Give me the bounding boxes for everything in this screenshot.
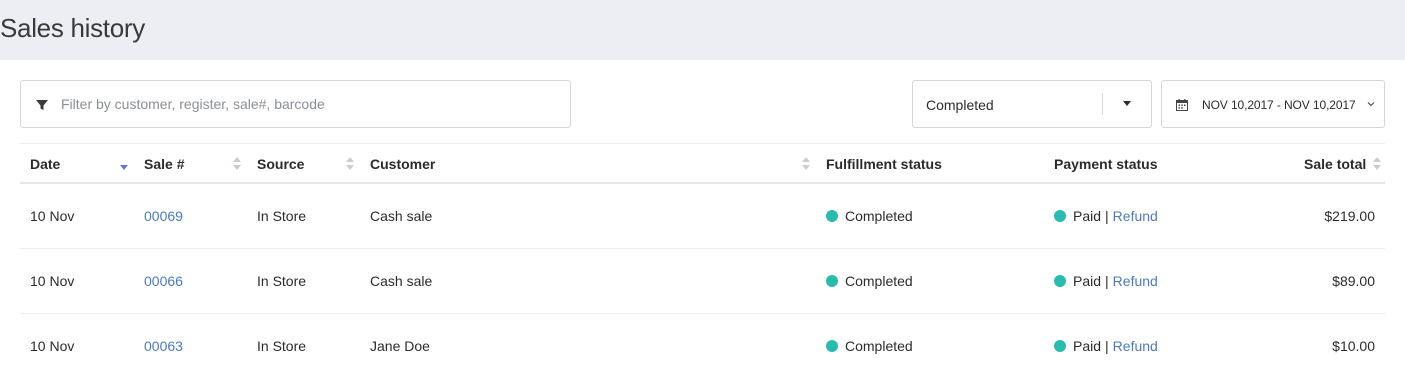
cell-total: $219.00 — [1324, 208, 1375, 224]
table-row[interactable]: 10 Nov 00066 In Store Cash sale Complete… — [20, 249, 1385, 314]
column-header-payment: Payment status — [1054, 156, 1158, 172]
cell-source: In Store — [257, 338, 307, 354]
cell-payment: Paid | Refund — [1054, 338, 1158, 354]
column-header-total[interactable]: Sale total — [1304, 156, 1366, 172]
fulfillment-status: Completed — [845, 208, 913, 224]
column-header-source[interactable]: Source — [257, 156, 304, 172]
sale-number-link[interactable]: 00063 — [144, 338, 183, 354]
refund-link[interactable]: Refund — [1113, 338, 1158, 354]
refund-link[interactable]: Refund — [1113, 208, 1158, 224]
sort-icon[interactable] — [1373, 157, 1381, 171]
cell-source: In Store — [257, 208, 307, 224]
payment-status: Paid — [1073, 338, 1102, 354]
calendar-icon — [1176, 99, 1188, 111]
date-range-label: NOV 10,2017 - NOV 10,2017 — [1202, 98, 1356, 112]
caret-down-icon[interactable] — [1123, 101, 1131, 106]
page-title: Sales history — [0, 13, 145, 43]
column-header-sale[interactable]: Sale # — [144, 156, 184, 172]
sort-icon[interactable] — [233, 157, 241, 171]
cell-fulfillment: Completed — [826, 338, 913, 354]
sort-icon[interactable] — [120, 157, 128, 171]
cell-customer: Jane Doe — [370, 338, 430, 354]
column-header-date[interactable]: Date — [30, 156, 60, 172]
fulfillment-status: Completed — [845, 273, 913, 289]
cell-total: $89.00 — [1332, 273, 1375, 289]
status-dot-icon — [1054, 275, 1066, 287]
payment-status: Paid — [1073, 273, 1102, 289]
chevron-down-icon — [1367, 102, 1375, 107]
sale-number-link[interactable]: 00066 — [144, 273, 183, 289]
cell-date: 10 Nov — [30, 208, 75, 224]
separator: | — [1105, 208, 1109, 224]
status-select[interactable]: Completed — [912, 80, 1152, 128]
table-row[interactable]: 10 Nov 00063 In Store Jane Doe Completed… — [20, 314, 1385, 378]
page-header: Sales history — [0, 0, 1405, 60]
sales-table: Date Sale # Source Customer Fulfillment … — [20, 143, 1385, 378]
sort-icon[interactable] — [346, 157, 354, 171]
separator: | — [1105, 338, 1109, 354]
status-dot-icon — [826, 340, 838, 352]
cell-source: In Store — [257, 273, 307, 289]
filter-icon — [36, 100, 48, 110]
payment-status: Paid — [1073, 208, 1102, 224]
cell-date: 10 Nov — [30, 273, 75, 289]
sale-number-link[interactable]: 00069 — [144, 208, 183, 224]
column-header-customer[interactable]: Customer — [370, 156, 435, 172]
divider — [1102, 93, 1103, 115]
table-row[interactable]: 10 Nov 00069 In Store Cash sale Complete… — [20, 184, 1385, 249]
status-dot-icon — [826, 210, 838, 222]
status-dot-icon — [1054, 210, 1066, 222]
sort-icon[interactable] — [802, 157, 810, 171]
status-dot-icon — [826, 275, 838, 287]
cell-fulfillment: Completed — [826, 208, 913, 224]
date-range-picker[interactable]: NOV 10,2017 - NOV 10,2017 — [1161, 80, 1385, 128]
status-dot-icon — [1054, 340, 1066, 352]
cell-total: $10.00 — [1332, 338, 1375, 354]
column-header-fulfillment: Fulfillment status — [826, 156, 942, 172]
cell-payment: Paid | Refund — [1054, 208, 1158, 224]
fulfillment-status: Completed — [845, 338, 913, 354]
filter-box[interactable] — [20, 80, 571, 128]
status-select-value: Completed — [926, 97, 994, 113]
cell-customer: Cash sale — [370, 208, 433, 224]
separator: | — [1105, 273, 1109, 289]
cell-customer: Cash sale — [370, 273, 433, 289]
cell-date: 10 Nov — [30, 338, 75, 354]
cell-payment: Paid | Refund — [1054, 273, 1158, 289]
table-header: Date Sale # Source Customer Fulfillment … — [20, 143, 1385, 184]
cell-fulfillment: Completed — [826, 273, 913, 289]
search-input[interactable] — [61, 81, 561, 127]
refund-link[interactable]: Refund — [1113, 273, 1158, 289]
